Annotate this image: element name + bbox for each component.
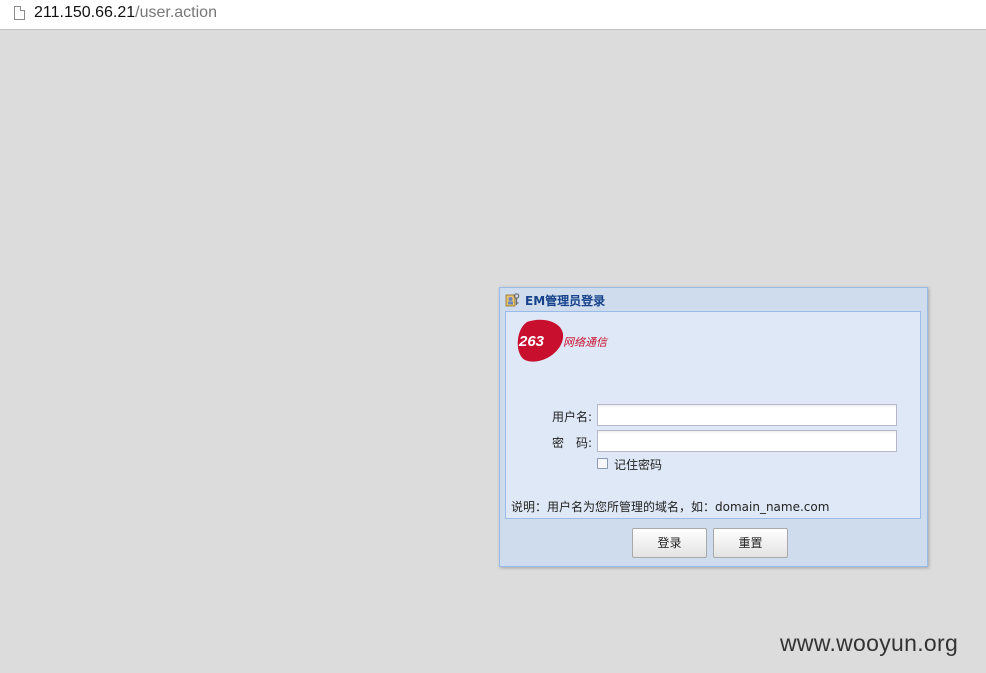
- username-input[interactable]: [597, 404, 897, 426]
- address-bar[interactable]: 211.150.66.21/user.action: [0, 0, 986, 30]
- dialog-title: EM管理员登录: [525, 294, 606, 308]
- url-host: 211.150.66.21: [34, 4, 136, 21]
- svg-text:网络通信: 网络通信: [563, 336, 609, 349]
- remember-password-checkbox[interactable]: [597, 458, 608, 469]
- instruction-note: 说明：用户名为您所管理的域名，如：domain_name.com: [511, 500, 830, 514]
- company-logo: 263 网络通信: [517, 319, 609, 362]
- login-panel: 263 网络通信 用户名: 密 码: 记住密码 说明：用户名为您所管理的域名，如…: [505, 311, 921, 519]
- login-button[interactable]: 登录: [632, 528, 707, 558]
- url-path: /user.action: [135, 4, 217, 21]
- user-key-icon: [505, 293, 520, 307]
- login-dialog: EM管理员登录 263 网络通信 用户名: 密 码: 记住密码 说明：用户名为您…: [499, 287, 928, 567]
- remember-password-label[interactable]: 记住密码: [614, 456, 662, 473]
- watermark-text: www.wooyun.org: [780, 630, 959, 656]
- reset-button[interactable]: 重置: [713, 528, 788, 558]
- svg-text:263: 263: [518, 333, 545, 350]
- password-input[interactable]: [597, 430, 897, 452]
- url-text[interactable]: 211.150.66.21/user.action: [34, 4, 217, 22]
- username-label: 用户名:: [551, 410, 592, 424]
- dialog-title-bar: EM管理员登录: [500, 288, 927, 311]
- password-label: 密 码:: [551, 436, 592, 450]
- page-icon: [14, 6, 25, 20]
